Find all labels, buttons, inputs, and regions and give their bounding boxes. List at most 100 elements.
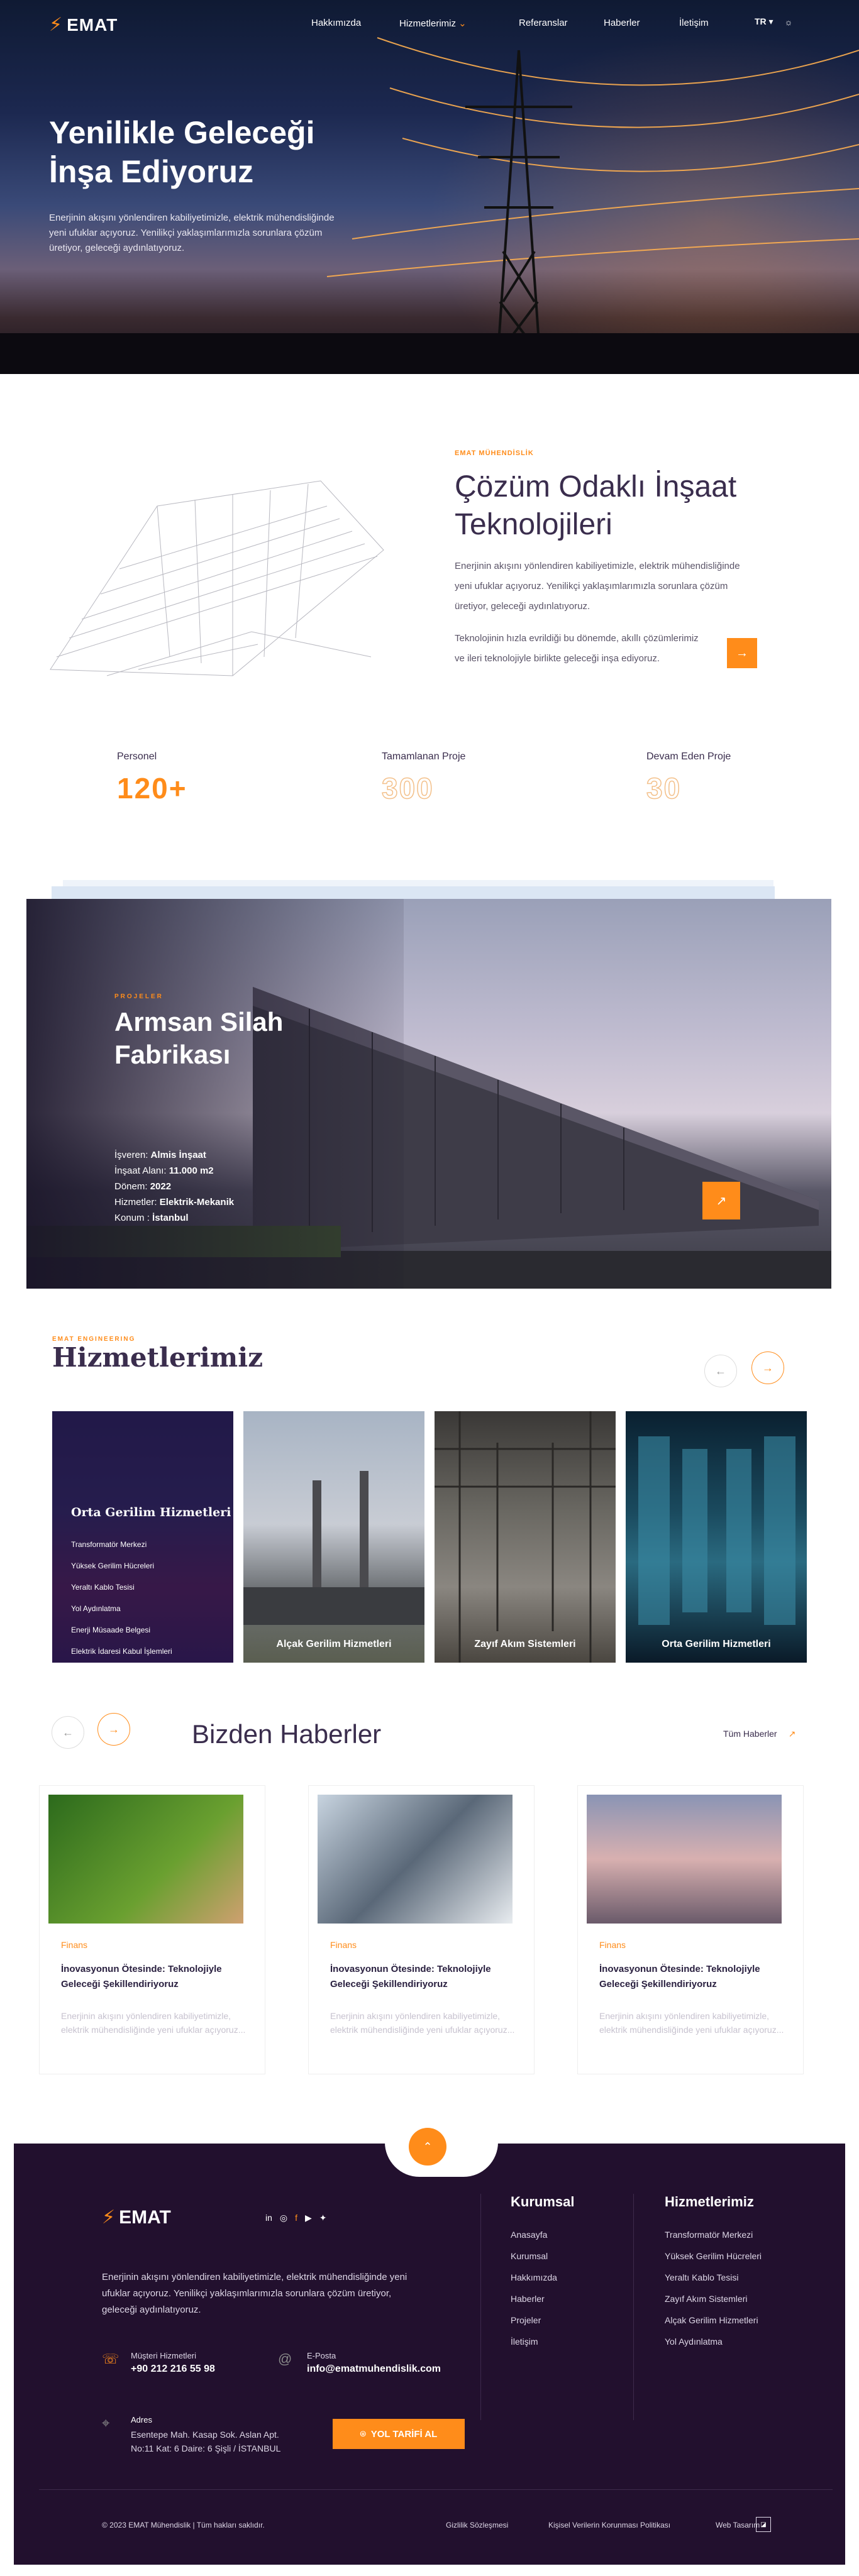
service-list-item[interactable]: Transformatör Merkezi: [71, 1534, 172, 1555]
page-bottom-spacer: [0, 2565, 859, 2576]
footer-link[interactable]: Yüksek Gerilim Hücreleri: [665, 2245, 762, 2267]
project-backdrop: [63, 880, 773, 886]
footer-link[interactable]: Anasayfa: [511, 2224, 574, 2245]
info-key: İşveren:: [114, 1150, 148, 1160]
arrow-right-icon: →: [108, 1722, 119, 1736]
server-room-image: [638, 1436, 795, 1625]
project-info-row: İnşaat Alanı: 11.000 m2: [114, 1163, 234, 1179]
footer-link[interactable]: Yol Aydınlatma: [665, 2331, 762, 2352]
footer-logo[interactable]: ⚡ EMAT: [102, 2206, 171, 2228]
youtube-icon[interactable]: ▶: [305, 2213, 312, 2223]
footer-link[interactable]: Haberler: [511, 2288, 574, 2309]
stat-value: 30: [646, 771, 682, 805]
service-list-item[interactable]: Enerji Müsaade Belgesi: [71, 1619, 172, 1641]
location-pin-icon: ⌾: [360, 2428, 366, 2440]
footer-link[interactable]: Hakkımızda: [511, 2267, 574, 2288]
service-list-item[interactable]: Yol Aydınlatma: [71, 1598, 172, 1619]
theme-toggle-icon[interactable]: ☼: [785, 17, 793, 27]
logo[interactable]: ⚡ EMAT: [49, 14, 118, 36]
info-key: İnşaat Alanı:: [114, 1165, 167, 1176]
news-next-button[interactable]: →: [97, 1713, 130, 1746]
footer-col-title: Hizmetlerimiz: [665, 2194, 754, 2210]
footer-link[interactable]: Kurumsal: [511, 2245, 574, 2267]
service-list-item[interactable]: Elektrik İdaresi Kabul İşlemleri: [71, 1641, 172, 1662]
footer-link[interactable]: Zayıf Akım Sistemleri: [665, 2288, 762, 2309]
instagram-icon[interactable]: ◎: [280, 2213, 287, 2223]
arrow-left-icon: ←: [62, 1726, 74, 1739]
twitter-icon[interactable]: ✦: [319, 2213, 327, 2223]
web-design-link[interactable]: Web Tasarım: [716, 2521, 760, 2529]
services-next-button[interactable]: →: [751, 1351, 784, 1384]
info-value: Elektrik-Mekanik: [159, 1197, 235, 1208]
service-card[interactable]: Zayıf Akım Sistemleri: [435, 1411, 616, 1663]
service-list-item[interactable]: Yüksek Gerilim Hücreleri: [71, 1555, 172, 1577]
language-select[interactable]: TR ▾: [755, 16, 773, 27]
footer-description: Enerjinin akışını yönlendiren kabiliyeti…: [102, 2272, 407, 2315]
footer-link[interactable]: Alçak Gerilim Hizmetleri: [665, 2309, 762, 2331]
footer-link[interactable]: Projeler: [511, 2309, 574, 2331]
project-section: PROJELER Armsan Silah Fabrikası İşveren:…: [0, 864, 859, 1320]
footer-phone[interactable]: ☏ Müşteri Hizmetleri +90 212 216 55 98: [102, 2351, 215, 2375]
route-button[interactable]: ⌾ YOL TARİFİ AL: [333, 2419, 465, 2449]
news-category: Finans: [330, 1940, 357, 1950]
scroll-top-button[interactable]: ⌃: [409, 2128, 446, 2166]
project-info-row: Hizmetler: Elektrik-Mekanik: [114, 1194, 234, 1210]
designer-logo-icon[interactable]: ◪: [756, 2517, 771, 2532]
main-nav: ⚡ EMAT Hakkımızda Hizmetlerimiz ⌄ Refera…: [0, 0, 859, 48]
arrow-right-icon: ↗: [716, 1194, 727, 1208]
stat-personel: Personel 120+: [117, 751, 187, 805]
all-news-link[interactable]: Tüm Haberler ↗: [723, 1729, 795, 1739]
map-icon: ⌖: [102, 2415, 110, 2431]
nav-link-haberler[interactable]: Haberler: [604, 18, 679, 29]
project-arrow-button[interactable]: ↗: [702, 1182, 740, 1219]
stat-value: 120+: [117, 772, 187, 805]
nav-link-referanslar[interactable]: Referanslar: [519, 18, 604, 29]
nav-link-hizmetlerimiz[interactable]: Hizmetlerimiz ⌄: [399, 18, 519, 29]
building-sketch-image: [50, 480, 384, 676]
logo-text: EMAT: [67, 14, 118, 35]
nav-link-iletisim[interactable]: İletişim: [679, 18, 709, 29]
news-category: Finans: [599, 1940, 626, 1950]
factory-sunset-image: [587, 1795, 782, 1924]
facebook-icon[interactable]: f: [295, 2213, 297, 2223]
about-text-1: Enerjinin akışını yönlendiren kabiliyeti…: [455, 561, 740, 612]
footer-link[interactable]: Yeraltı Kablo Tesisi: [665, 2267, 762, 2288]
arrow-right-icon: →: [762, 1361, 773, 1374]
headset-icon: ☏: [102, 2351, 119, 2367]
project-info-row: Dönem: 2022: [114, 1179, 234, 1194]
project-backdrop: [52, 886, 775, 899]
footer-address: ⌖ Adres Esentepe Mah. Kasap Sok. Aslan A…: [102, 2415, 301, 2455]
nav-link-hakkimizda[interactable]: Hakkımızda: [311, 18, 399, 29]
hero: ⚡ EMAT Hakkımızda Hizmetlerimiz ⌄ Refera…: [0, 0, 859, 374]
info-key: Dönem:: [114, 1181, 148, 1192]
services-prev-button[interactable]: ←: [704, 1355, 737, 1387]
footer-email[interactable]: @ E-Posta info@ematmuhendislik.com: [278, 2351, 441, 2375]
news-prev-button[interactable]: ←: [52, 1716, 84, 1749]
warehouse-image: [435, 1411, 616, 1663]
news-card[interactable]: Finans İnovasyonun Ötesinde: Teknolojiyl…: [39, 1785, 265, 2074]
info-key: Konum :: [114, 1213, 150, 1223]
privacy-link[interactable]: Gizlilik Sözleşmesi: [446, 2521, 508, 2529]
kvkk-link[interactable]: Kişisel Verilerin Korunması Politikası: [548, 2521, 670, 2529]
address-label: Adres: [131, 2415, 152, 2425]
news-section: ← → Bizden Haberler Tüm Haberler ↗ Finans…: [0, 1691, 859, 2144]
footer-link[interactable]: İletişim: [511, 2331, 574, 2352]
route-label: YOL TARİFİ AL: [370, 2428, 438, 2440]
service-card[interactable]: Alçak Gerilim Hizmetleri: [243, 1411, 424, 1663]
service-card[interactable]: Orta Gerilim Hizmetleri: [626, 1411, 807, 1663]
service-card-featured[interactable]: Orta Gerilim Hizmetleri Transformatör Me…: [52, 1411, 233, 1663]
service-list-item[interactable]: Yeraltı Kablo Tesisi: [71, 1577, 172, 1598]
linkedin-icon[interactable]: in: [265, 2213, 272, 2223]
at-icon: @: [278, 2351, 292, 2367]
about-text-2: Teknolojinin hızla evrildiği bu dönemde,…: [455, 633, 699, 664]
news-card[interactable]: Finans İnovasyonun Ötesinde: Teknolojiyl…: [308, 1785, 535, 2074]
project-info: İşveren: Almis İnşaat İnşaat Alanı: 11.0…: [114, 1147, 234, 1226]
about-tag: EMAT MÜHENDİSLİK: [455, 449, 534, 457]
chevron-up-icon: ⌃: [423, 2140, 433, 2153]
stat-label: Personel: [117, 751, 157, 762]
divider: [480, 2194, 481, 2420]
footer-link[interactable]: Transformatör Merkezi: [665, 2224, 762, 2245]
about-arrow-button[interactable]: →: [727, 638, 757, 668]
services-section: EMAT ENGINEERING Hizmetlerimiz ← → Orta …: [0, 1320, 859, 1691]
news-card[interactable]: Finans İnovasyonun Ötesinde: Teknolojiyl…: [577, 1785, 804, 2074]
